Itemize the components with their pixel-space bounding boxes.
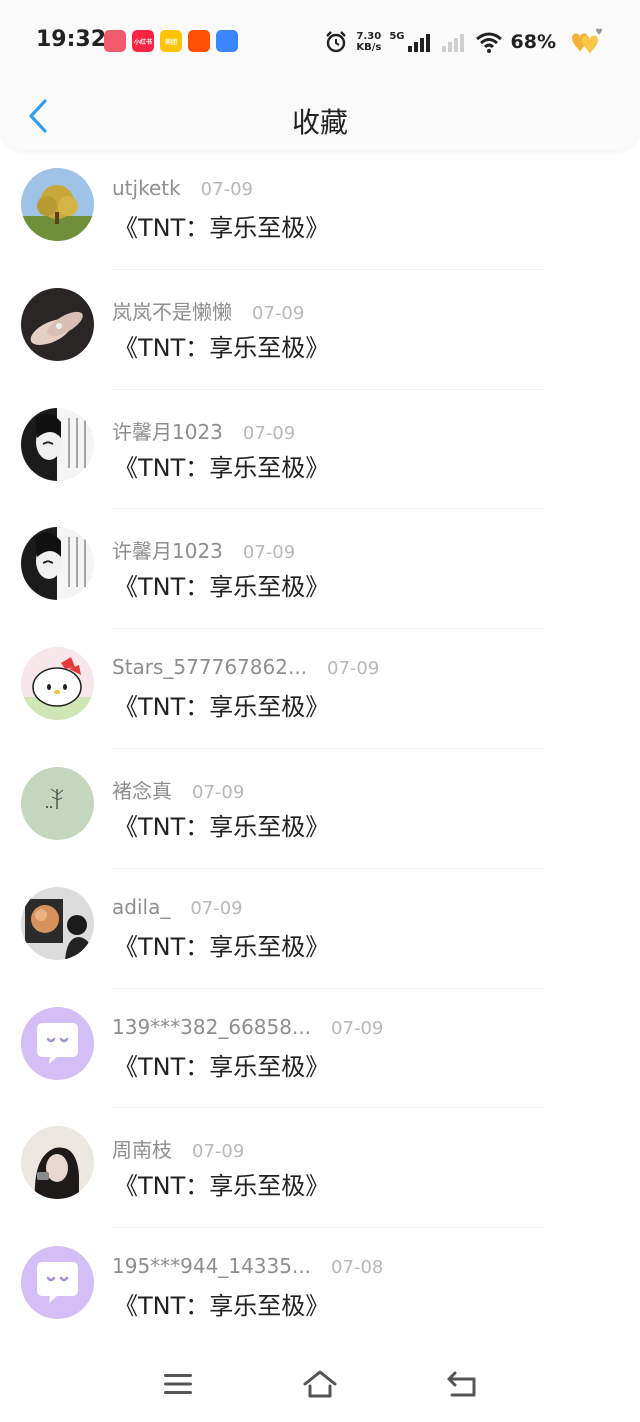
status-time: 19:32	[36, 27, 107, 52]
date: 07-09	[200, 179, 253, 200]
date: 07-09	[242, 542, 296, 564]
username[interactable]: 许馨月1023	[112, 535, 223, 564]
favorite-item[interactable]: Stars_577767862... 07-09 《TNT：享乐至极》	[0, 629, 640, 749]
favorites-list: utjketk 07-09 《TNT：享乐至极》 岚岚不是懒懒 07-09 《TNT：享乐…	[0, 150, 640, 1348]
user-info: 139***382_66858... 07-09	[112, 1015, 383, 1039]
menu-button[interactable]	[158, 1366, 198, 1402]
network-type: 5G	[389, 30, 405, 42]
user-info: 岚岚不是懒懒 07-09	[112, 296, 304, 325]
alarm-icon	[326, 31, 347, 53]
avatar[interactable]	[21, 1126, 94, 1200]
xiaohongshu-icon: 小红书	[132, 30, 154, 52]
system-back-button[interactable]	[442, 1366, 482, 1402]
username[interactable]: utjketk	[112, 176, 181, 200]
username[interactable]: 褚念真	[112, 775, 172, 804]
avatar[interactable]	[21, 886, 94, 960]
favorite-item[interactable]: adila_ 07-09 《TNT：享乐至极》	[0, 869, 640, 989]
wifi-icon	[475, 32, 502, 53]
taobao-icon	[188, 30, 210, 52]
favorite-item[interactable]: 岚岚不是懒懒 07-09 《TNT：享乐至极》	[0, 270, 640, 390]
username[interactable]: Stars_577767862...	[112, 655, 307, 679]
network-speed: 7.30 KB/s	[356, 31, 381, 53]
favorite-item[interactable]: 195***944_14335... 07-08 《TNT：享乐至极》	[0, 1228, 640, 1348]
date: 07-09	[192, 781, 245, 803]
signal-strength-icon	[407, 34, 430, 52]
username[interactable]: 139***382_66858...	[112, 1015, 311, 1039]
avatar[interactable]	[21, 1246, 94, 1320]
username[interactable]: adila_	[112, 895, 170, 919]
username[interactable]: 195***944_14335...	[112, 1254, 311, 1278]
favorite-content[interactable]: 《TNT：享乐至极》	[114, 1047, 329, 1082]
battery-hearts-icon	[572, 28, 602, 54]
favorite-content[interactable]: 《TNT：享乐至极》	[114, 567, 329, 602]
username[interactable]: 岚岚不是懒懒	[112, 296, 232, 325]
user-info: utjketk 07-09	[112, 176, 253, 200]
favorite-content[interactable]: 《TNT：享乐至极》	[114, 448, 329, 483]
battery-level: 68%	[510, 31, 556, 53]
favorite-content[interactable]: 《TNT：享乐至极》	[114, 807, 329, 842]
signal-empty-icon	[441, 34, 464, 52]
meituan-icon: 美团	[160, 30, 182, 52]
user-info: adila_ 07-09	[112, 895, 243, 919]
user-info: 褚念真 07-09	[112, 775, 244, 804]
home-icon	[303, 1370, 337, 1398]
date: 07-09	[331, 1017, 384, 1039]
network-speed-unit: KB/s	[356, 42, 382, 53]
user-info: 周南枝 07-09	[112, 1134, 244, 1163]
browser-icon	[216, 30, 238, 52]
user-info: 许馨月1023 07-09	[112, 416, 295, 445]
avatar[interactable]	[21, 647, 94, 721]
favorite-item[interactable]: 139***382_66858... 07-09 《TNT：享乐至极》	[0, 989, 640, 1109]
system-navigation-bar	[0, 1342, 640, 1422]
navigation-bar: 收藏	[0, 84, 640, 150]
favorite-item[interactable]: 周南枝 07-09 《TNT：享乐至极》	[0, 1108, 640, 1229]
status-bar: 19:32 小红书 美团 7.30 KB/s 5G 68%	[0, 0, 640, 84]
favorite-content[interactable]: 《TNT：享乐至极》	[114, 208, 329, 243]
favorite-item[interactable]: 许馨月1023 07-09 《TNT：享乐至极》	[0, 390, 640, 510]
page-title: 收藏	[291, 106, 348, 139]
avatar[interactable]	[21, 766, 94, 840]
date: 07-09	[242, 422, 296, 444]
avatar[interactable]	[21, 287, 94, 361]
menu-icon	[164, 1374, 192, 1394]
home-button[interactable]	[300, 1366, 340, 1402]
date: 07-09	[327, 658, 380, 680]
user-info: 许馨月1023 07-09	[112, 535, 295, 564]
date: 07-08	[331, 1257, 384, 1279]
favorite-content[interactable]: 《TNT：享乐至极》	[114, 328, 329, 363]
avatar[interactable]	[21, 1006, 94, 1080]
favorite-content[interactable]: 《TNT：享乐至极》	[114, 1286, 329, 1321]
back-arrow-icon	[447, 1371, 476, 1397]
user-info: 195***944_14335... 07-08	[112, 1254, 383, 1278]
douyin-icon	[104, 30, 126, 52]
status-indicators: 7.30 KB/s 5G 68%	[324, 26, 604, 58]
avatar[interactable]	[21, 168, 94, 241]
user-info: Stars_577767862... 07-09	[112, 655, 379, 679]
favorite-content[interactable]: 《TNT：享乐至极》	[114, 927, 329, 962]
date: 07-09	[252, 302, 305, 324]
favorite-item[interactable]: 褚念真 07-09 《TNT：享乐至极》	[0, 749, 640, 869]
avatar[interactable]	[21, 407, 94, 481]
favorite-item[interactable]: 许馨月1023 07-09 《TNT：享乐至极》	[0, 509, 640, 630]
username[interactable]: 许馨月1023	[112, 416, 223, 445]
network-speed-value: 7.30	[356, 31, 382, 42]
favorite-content[interactable]: 《TNT：享乐至极》	[114, 1166, 329, 1201]
notification-app-icons: 小红书 美团	[104, 30, 238, 52]
username[interactable]: 周南枝	[112, 1134, 172, 1163]
favorite-content[interactable]: 《TNT：享乐至极》	[114, 687, 329, 722]
date: 07-09	[190, 897, 243, 919]
favorite-item[interactable]: utjketk 07-09 《TNT：享乐至极》	[0, 150, 640, 270]
avatar[interactable]	[21, 527, 94, 601]
date: 07-09	[192, 1141, 245, 1163]
